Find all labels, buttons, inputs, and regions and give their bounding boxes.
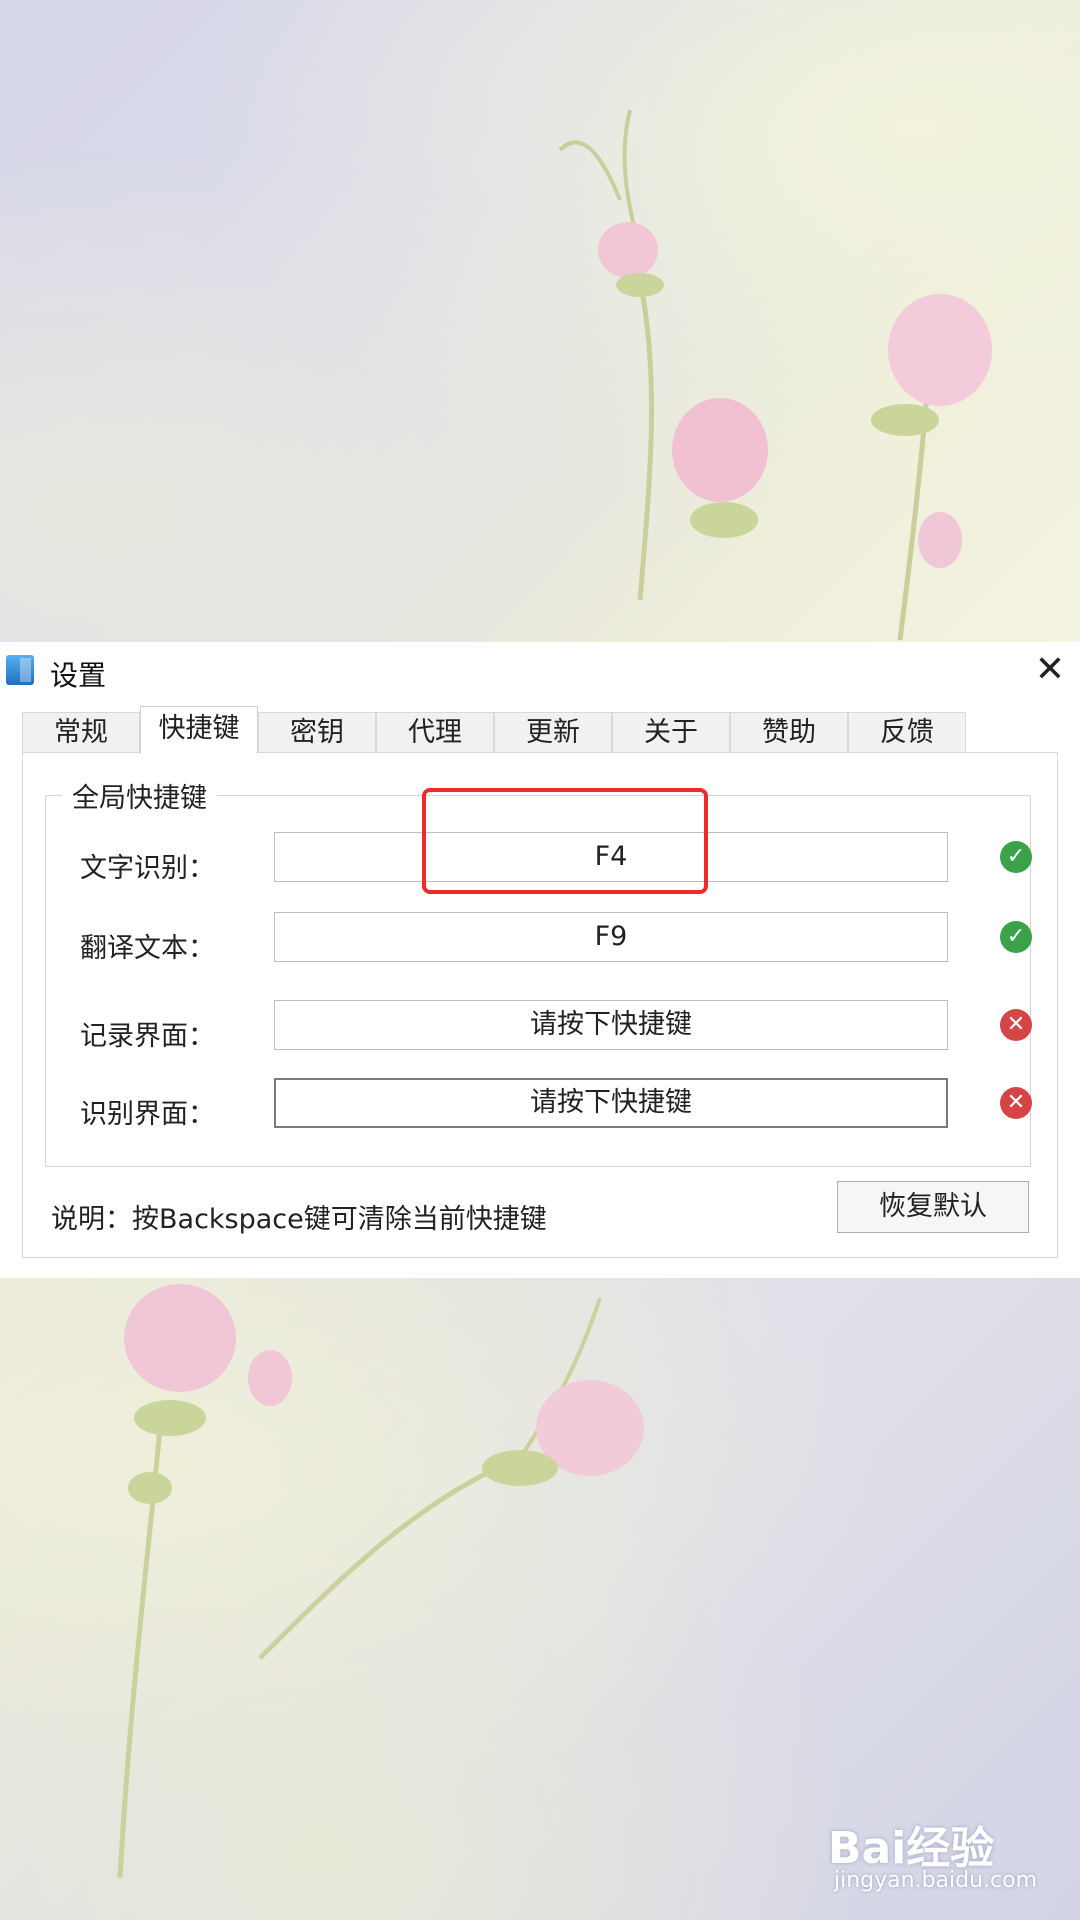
global-hotkeys-group: 全局快捷键 文字识别： F4 ✓ 翻译文本： F9 ✓ 记录界面： 请按下快捷键… bbox=[45, 776, 1032, 1167]
tab-sponsor[interactable]: 赞助 bbox=[730, 712, 848, 752]
background-top bbox=[0, 0, 1080, 642]
settings-dialog: 设置 ✕ 常规 快捷键 密钥 代理 更新 关于 赞助 反馈 全局快捷键 文字识别… bbox=[0, 642, 1080, 1278]
tab-general[interactable]: 常规 bbox=[22, 712, 140, 752]
tab-update[interactable]: 更新 bbox=[494, 712, 612, 752]
error-icon: ✕ bbox=[1000, 1087, 1032, 1119]
tab-about[interactable]: 关于 bbox=[612, 712, 730, 752]
title-bar: 设置 ✕ bbox=[0, 642, 1080, 702]
recognize-ui-hotkey-input[interactable]: 请按下快捷键 bbox=[274, 1078, 948, 1128]
watermark: Bai经验 jingyan.baidu.com bbox=[828, 1812, 1048, 1902]
window-title: 设置 bbox=[50, 659, 107, 692]
record-ui-hotkey-label: 记录界面： bbox=[80, 1021, 215, 1052]
recognize-ui-hotkey-label: 识别界面： bbox=[80, 1099, 215, 1130]
watermark-url: jingyan.baidu.com bbox=[834, 1868, 1038, 1893]
tab-keys[interactable]: 密钥 bbox=[258, 712, 376, 752]
record-ui-hotkey-input[interactable]: 请按下快捷键 bbox=[274, 1000, 948, 1050]
tab-proxy[interactable]: 代理 bbox=[376, 712, 494, 752]
hotkeys-panel: 全局快捷键 文字识别： F4 ✓ 翻译文本： F9 ✓ 记录界面： 请按下快捷键… bbox=[22, 752, 1058, 1258]
baidu-logo: Bai经验 bbox=[828, 1823, 995, 1874]
translate-hotkey-input[interactable]: F9 bbox=[274, 912, 948, 962]
translate-hotkey-label: 翻译文本： bbox=[80, 933, 215, 964]
check-icon: ✓ bbox=[1000, 841, 1032, 873]
check-icon: ✓ bbox=[1000, 921, 1032, 953]
group-title: 全局快捷键 bbox=[62, 776, 217, 815]
tab-hotkeys[interactable]: 快捷键 bbox=[140, 706, 258, 754]
help-note: 说明：按Backspace键可清除当前快捷键 bbox=[51, 1204, 547, 1235]
ocr-hotkey-input[interactable]: F4 bbox=[274, 832, 948, 882]
ocr-hotkey-label: 文字识别： bbox=[80, 853, 215, 884]
error-icon: ✕ bbox=[1000, 1009, 1032, 1041]
tab-feedback[interactable]: 反馈 bbox=[848, 712, 966, 752]
restore-defaults-button[interactable]: 恢复默认 bbox=[837, 1181, 1029, 1233]
close-icon[interactable]: ✕ bbox=[1028, 648, 1072, 692]
flower-illustration bbox=[558, 109, 992, 641]
app-icon bbox=[6, 655, 34, 685]
